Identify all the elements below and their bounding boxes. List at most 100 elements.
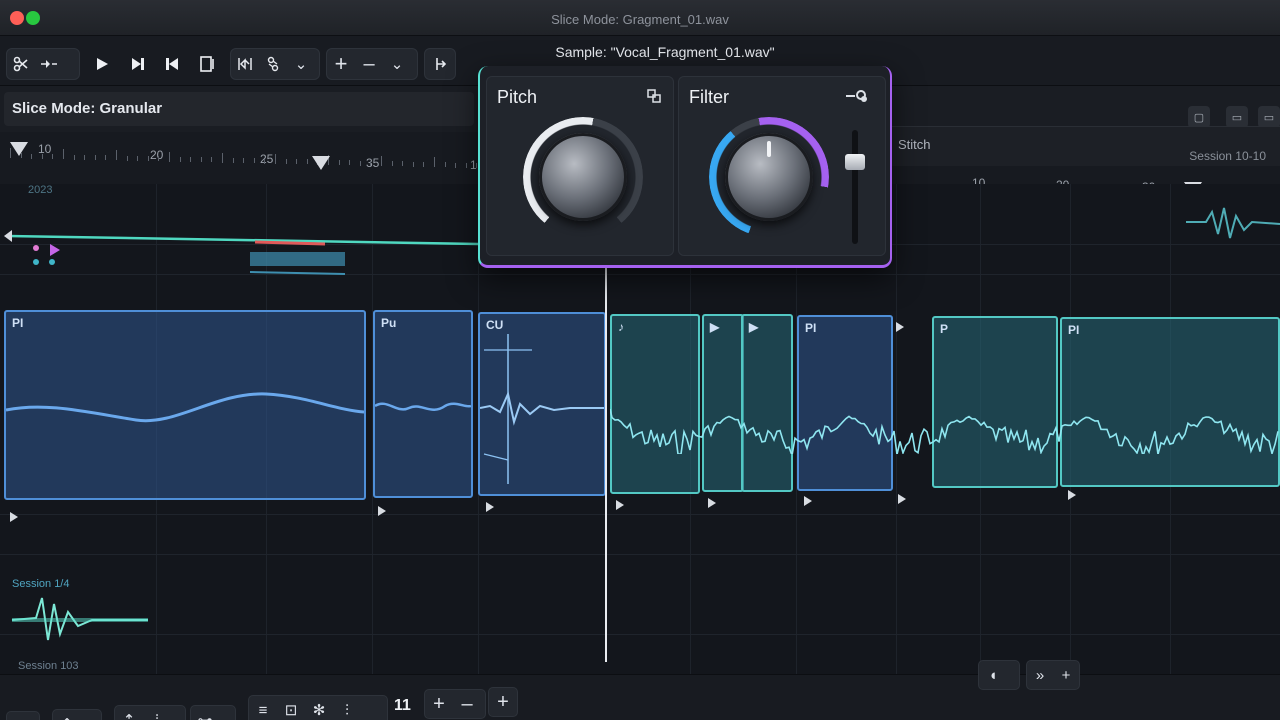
route-tool-group	[424, 48, 456, 80]
chat-icon[interactable]: ▭	[1226, 106, 1248, 128]
scissors-icon[interactable]	[7, 50, 35, 78]
expand-icon[interactable]	[647, 89, 661, 107]
session-thumbnail[interactable]: Session 1/4 Session 103	[6, 574, 156, 674]
zoom-in-button[interactable]: +	[327, 50, 355, 78]
gear-icon[interactable]: ✻	[305, 696, 333, 720]
loop-start-marker[interactable]	[10, 142, 28, 156]
clip-play-icon[interactable]	[804, 496, 812, 506]
loop-end-marker[interactable]	[312, 156, 330, 170]
clip-play-icon[interactable]	[486, 502, 494, 512]
filter-knob[interactable]	[709, 117, 829, 237]
timeline-ruler[interactable]: 10 20 25 35 1	[0, 132, 480, 184]
grid-icon[interactable]: ▭	[7, 712, 35, 720]
ruler-tick	[243, 158, 245, 164]
add-button[interactable]: +	[489, 688, 517, 716]
pitch-panel: Pitch	[486, 76, 674, 256]
remove-slice-button[interactable]: –	[453, 690, 481, 718]
thumbnail-waveform	[11, 597, 148, 641]
overview-year: 2023	[28, 184, 53, 196]
clip-play-icon[interactable]	[378, 506, 386, 516]
filter-fader-handle[interactable]	[845, 154, 865, 170]
ruler-tick	[222, 152, 223, 163]
split-icon[interactable]	[35, 50, 63, 78]
ruler-tick	[338, 160, 340, 166]
clip-label: P	[940, 322, 949, 336]
ruler-tick	[381, 155, 382, 166]
clip-play-icon[interactable]	[896, 322, 904, 332]
bottom-group-2: ⌃	[52, 709, 102, 720]
fast-forward-icon[interactable]: »	[1027, 661, 1053, 689]
stitch-label: Stitch	[898, 137, 931, 152]
frame-icon[interactable]: ⊡	[277, 696, 305, 720]
bottom-group-3: ⇡ ⇣	[114, 705, 186, 720]
snap-icon[interactable]	[231, 50, 259, 78]
ruler-tick	[296, 159, 298, 165]
slice-clip-2[interactable]: Pu	[373, 310, 473, 498]
ruler-tick	[116, 150, 117, 161]
ruler-tick	[370, 160, 372, 166]
play-icon[interactable]	[88, 50, 116, 78]
ruler-tick	[359, 160, 361, 166]
link-toggle-icon[interactable]	[845, 89, 869, 107]
knob-pointer	[767, 141, 771, 157]
snap-tool-group: ⌄	[230, 48, 320, 80]
slice-icon[interactable]	[194, 50, 222, 78]
ruler-tick	[455, 162, 457, 168]
speaker-icon[interactable]: ◖	[979, 661, 1007, 689]
add-slice-button[interactable]: +	[425, 690, 453, 718]
ruler-tick	[169, 151, 170, 162]
zoom-menu-chevron-icon[interactable]: ⌄	[383, 50, 411, 78]
clip-play-icon[interactable]	[708, 498, 716, 508]
slice-mode-selector[interactable]: Slice Mode: Granular	[4, 92, 474, 126]
arrow-up-icon[interactable]: ⇡	[115, 706, 143, 720]
sample-label: Sample: "Vocal_Fragment_01.wav"	[555, 44, 775, 60]
marker-icon[interactable]: ⫶	[333, 696, 361, 720]
window-tile-icon[interactable]: ▢	[1188, 106, 1210, 128]
skip-back-icon[interactable]	[158, 50, 186, 78]
ruler-tick	[94, 154, 96, 160]
ruler-tick	[41, 153, 43, 159]
clip-play-icon[interactable]	[898, 494, 906, 504]
filter-knob-cap	[725, 133, 813, 221]
ruler-tick	[105, 155, 107, 161]
chevron-down-icon[interactable]: ⌄	[287, 50, 315, 78]
ruler-tick	[275, 153, 276, 164]
more-icon[interactable]: ▭	[1258, 106, 1280, 128]
stitch-panel-header: Stitch Session 10-10	[892, 126, 1280, 166]
filter-fader-track[interactable]	[852, 130, 858, 244]
ruler-tick	[434, 157, 435, 168]
forward-group: » +	[1026, 660, 1080, 690]
ruler-tick	[147, 156, 149, 162]
session-label: Session 10-10	[1189, 149, 1266, 163]
clip-play-icon[interactable]	[616, 500, 624, 510]
ruler-tick	[158, 156, 160, 162]
pitch-knob[interactable]	[523, 117, 643, 237]
effects-popup: Pitch Filter	[478, 66, 892, 268]
plus-icon[interactable]: +	[1053, 661, 1079, 689]
pitch-title: Pitch	[497, 87, 538, 107]
ruler-tick	[391, 161, 393, 167]
ruler-tick	[137, 155, 139, 161]
ruler-tick	[211, 157, 213, 163]
clip-play-icon[interactable]	[1068, 490, 1076, 500]
zoom-out-button[interactable]: –	[355, 50, 383, 78]
ruler-tick	[31, 153, 33, 159]
stack-icon[interactable]: ⇣	[143, 706, 171, 720]
ruler-tick	[264, 158, 266, 164]
playhead[interactable]	[605, 262, 607, 662]
route-icon[interactable]	[425, 50, 453, 78]
connect-icon[interactable]: ⊶	[191, 706, 219, 720]
clip-play-icon[interactable]	[10, 512, 18, 522]
slice-clip-1[interactable]: PI	[4, 310, 366, 500]
ruler-tick-label: 10	[38, 142, 52, 156]
clip-label: PI	[12, 316, 24, 330]
ruler-tick-label: 35	[366, 156, 380, 170]
up-icon[interactable]: ⌃	[53, 710, 81, 720]
window-title: Slice Mode: Gragment_01.wav	[551, 12, 729, 27]
automation-line[interactable]	[0, 224, 480, 284]
vocal-waveform	[610, 408, 1279, 454]
skip-forward-icon[interactable]	[124, 50, 152, 78]
link-icon[interactable]	[259, 50, 287, 78]
slice-clip-3[interactable]: CU	[478, 312, 606, 496]
list-icon[interactable]: ≡	[249, 696, 277, 720]
